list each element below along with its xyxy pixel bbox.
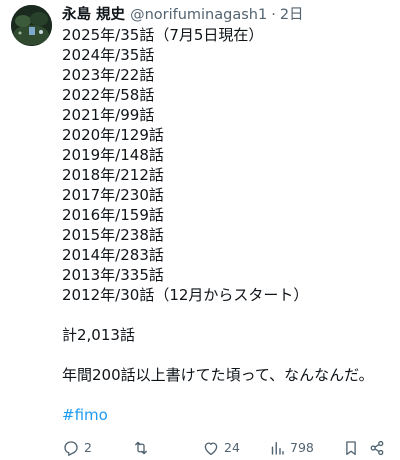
- like-count: 24: [224, 440, 240, 455]
- post-line: 2024年/35話: [62, 46, 155, 64]
- heart-icon: [204, 442, 218, 456]
- like-button[interactable]: 24: [202, 438, 240, 458]
- hashtag-link[interactable]: #fimo: [62, 406, 108, 424]
- post-line: 2022年/58話: [62, 86, 155, 104]
- post-line: 2017年/230話: [62, 186, 164, 204]
- post-header: 永島 規史 @norifuminagash1 · 2日: [62, 4, 392, 26]
- post-time[interactable]: 2日: [280, 5, 304, 25]
- views-button[interactable]: 798: [268, 438, 314, 458]
- bookmark-button[interactable]: [342, 438, 360, 458]
- post-line: 2018年/212話: [62, 166, 164, 184]
- post-line: 2025年/35話（7月5日現在）: [62, 26, 264, 44]
- post-line: 2014年/283話: [62, 246, 164, 264]
- post-line: 2020年/129話: [62, 126, 164, 144]
- share-button[interactable]: [368, 438, 386, 458]
- post-comment: 年間200話以上書けてた頃って、なんなんだ。: [62, 366, 374, 384]
- post-line: 2016年/159話: [62, 206, 164, 224]
- views-count: 798: [290, 440, 314, 455]
- views-icon: [271, 442, 284, 455]
- avatar-image: [11, 5, 52, 46]
- post-line: 2012年/30話（12月からスタート）: [62, 286, 309, 304]
- post-line: 2021年/99話: [62, 106, 155, 124]
- post-line: 2019年/148話: [62, 146, 164, 164]
- author-name[interactable]: 永島 規史: [62, 5, 125, 25]
- reply-button[interactable]: 2: [62, 438, 92, 458]
- bookmark-icon: [346, 441, 356, 456]
- share-icon: [370, 440, 384, 456]
- reply-count: 2: [84, 440, 92, 455]
- avatar[interactable]: [11, 5, 52, 46]
- repost-button[interactable]: [132, 438, 154, 458]
- post-total: 計2,013話: [62, 326, 135, 344]
- post-line: 2013年/335話: [62, 266, 164, 284]
- reply-icon: [64, 441, 78, 456]
- separator-dot: ·: [271, 7, 276, 23]
- post-body: 2025年/35話（7月5日現在） 2024年/35話 2023年/22話 20…: [62, 25, 392, 425]
- action-bar: 2 24 798: [62, 438, 400, 458]
- post-line: 2023年/22話: [62, 66, 155, 84]
- post-line: 2015年/238話: [62, 226, 164, 244]
- author-handle[interactable]: @norifuminagash1: [130, 5, 267, 25]
- repost-icon: [135, 441, 147, 455]
- post[interactable]: 永島 規史 @norifuminagash1 · 2日 2025年/35話（7月…: [0, 0, 400, 460]
